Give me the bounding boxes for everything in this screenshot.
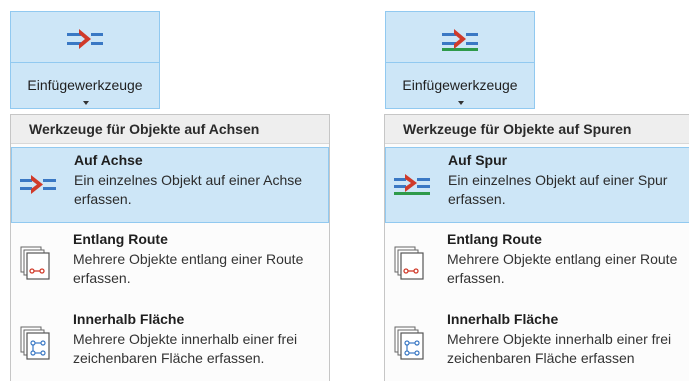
- menu-item-innerhalb-flaeche[interactable]: Innerhalb Fläche Mehrere Objekte innerha…: [11, 307, 329, 383]
- split-line: [386, 62, 534, 63]
- item-title: Entlang Route: [447, 231, 542, 247]
- right-dropdown-menu: Werkzeuge für Objekte auf Spuren Auf Spu…: [384, 114, 689, 381]
- insert-tools-button[interactable]: Einfügewerkzeuge: [385, 11, 535, 109]
- item-description: Mehrere Objekte entlang einer Route erfa…: [447, 251, 678, 286]
- menu-item-auf-achse[interactable]: Auf Achse Ein einzelnes Objekt auf einer…: [11, 147, 329, 223]
- item-title: Innerhalb Fläche: [73, 311, 185, 327]
- menu-item-entlang-route[interactable]: Entlang Route Mehrere Objekte entlang ei…: [385, 227, 689, 303]
- menu-item-innerhalb-flaeche[interactable]: Innerhalb Fläche Mehrere Objekte innerha…: [385, 307, 689, 383]
- left-dropdown-menu: Werkzeuge für Objekte auf Achsen Auf Ach…: [10, 114, 330, 381]
- item-description: Mehrere Objekte entlang einer Route erfa…: [73, 251, 304, 286]
- item-description: Mehrere Objekte innerhalb einer frei zei…: [447, 331, 672, 366]
- dropdown-arrow-icon: [83, 101, 89, 105]
- item-title: Entlang Route: [73, 231, 168, 247]
- split-line: [11, 62, 159, 63]
- menu-header: Werkzeuge für Objekte auf Spuren: [385, 114, 689, 144]
- button-label: Einfügewerkzeuge: [402, 77, 518, 93]
- dropdown-arrow-icon: [458, 101, 464, 105]
- item-description: Ein einzelnes Objekt auf einer Spur erfa…: [448, 172, 668, 207]
- point-on-line-icon: [67, 29, 103, 49]
- item-title: Auf Achse: [74, 152, 143, 168]
- menu-header: Werkzeuge für Objekte auf Achsen: [11, 114, 329, 144]
- point-on-line-icon: [20, 175, 56, 194]
- within-area-icon: [394, 326, 424, 360]
- button-label: Einfügewerkzeuge: [27, 77, 143, 93]
- along-route-icon: [20, 246, 50, 280]
- point-on-track-icon: [442, 29, 478, 51]
- within-area-icon: [20, 326, 50, 360]
- item-title: Innerhalb Fläche: [447, 311, 559, 327]
- point-on-track-icon: [394, 174, 430, 195]
- menu-item-entlang-route[interactable]: Entlang Route Mehrere Objekte entlang ei…: [11, 227, 329, 303]
- item-description: Mehrere Objekte innerhalb einer frei zei…: [73, 331, 298, 366]
- insert-tools-button[interactable]: Einfügewerkzeuge: [10, 11, 160, 109]
- menu-item-auf-spur[interactable]: Auf Spur Ein einzelnes Objekt auf einer …: [385, 147, 689, 223]
- item-title: Auf Spur: [448, 152, 508, 168]
- along-route-icon: [394, 246, 424, 280]
- item-description: Ein einzelnes Objekt auf einer Achse erf…: [74, 172, 303, 207]
